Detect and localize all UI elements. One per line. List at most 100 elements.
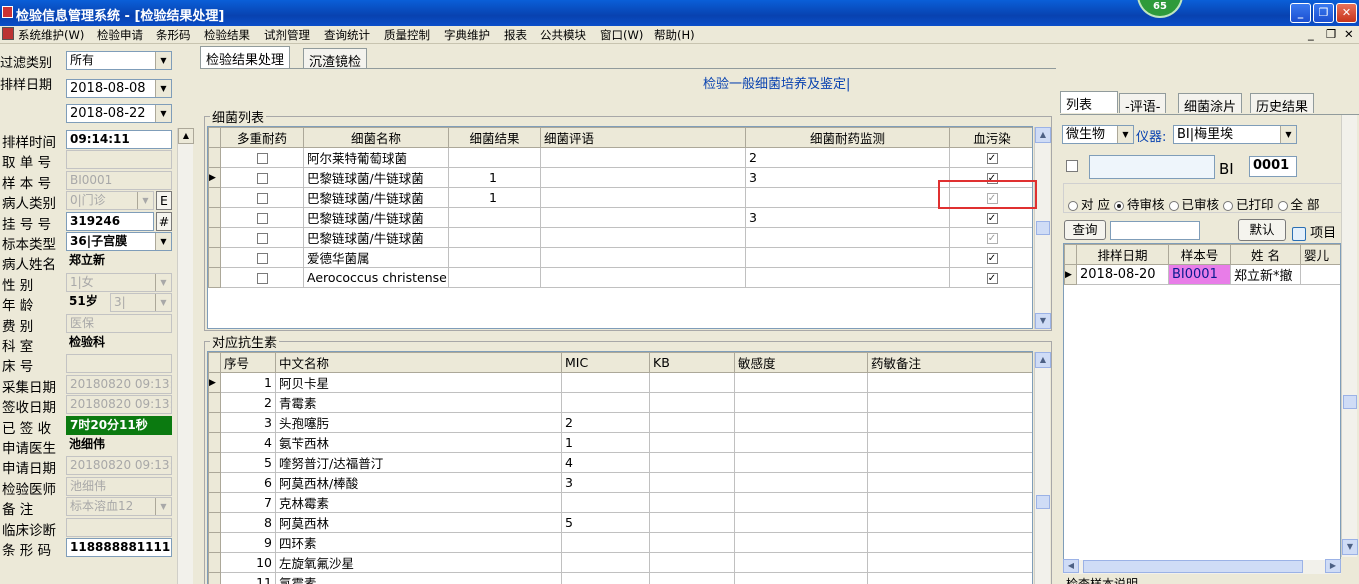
multi-resistance-checkbox[interactable]: [256, 213, 268, 224]
col-resistance-monitor[interactable]: 细菌耐药监测: [745, 127, 950, 148]
bacteria-comment-cell[interactable]: [540, 167, 746, 188]
antibiotic-row[interactable]: 2 青霉素: [208, 392, 1032, 413]
multi-resistance-cell[interactable]: [220, 187, 304, 208]
mic-cell[interactable]: [561, 572, 650, 584]
resistance-monitor-cell[interactable]: [745, 267, 950, 288]
antibiotic-name-cell[interactable]: 阿莫西林: [275, 512, 562, 533]
col-blood-contamination[interactable]: 血污染: [949, 127, 1032, 148]
sample-filter-input[interactable]: [1089, 155, 1215, 179]
mic-cell[interactable]: 4: [561, 452, 650, 473]
col-bacteria-name[interactable]: 细菌名称: [303, 127, 449, 148]
bacteria-result-cell[interactable]: [448, 247, 541, 268]
antibiotic-row[interactable]: 8 阿莫西林 5: [208, 512, 1032, 533]
sensitivity-cell[interactable]: [734, 552, 868, 573]
bacteria-row[interactable]: 巴黎链球菌/牛链球菌 1 ✓: [208, 187, 1032, 208]
query-input[interactable]: [1110, 221, 1200, 240]
antibiotic-name-cell[interactable]: 克林霉素: [275, 492, 562, 513]
radio-icon[interactable]: [1168, 200, 1179, 211]
col-sort-date[interactable]: 排样日期: [1076, 244, 1169, 265]
bacteria-result-cell[interactable]: [448, 147, 541, 168]
menu-dict[interactable]: 字典维护: [444, 27, 490, 43]
scroll-thumb[interactable]: [1343, 395, 1357, 409]
bacteria-name-cell[interactable]: 巴黎链球菌/牛链球菌: [303, 187, 449, 208]
blood-contamination-cell[interactable]: ✓: [949, 227, 1032, 248]
blood-contamination-cell[interactable]: ✓: [949, 207, 1032, 228]
status-radio[interactable]: 待审核: [1113, 197, 1165, 212]
bacteria-comment-cell[interactable]: [540, 247, 746, 268]
field-value[interactable]: 319246: [66, 211, 154, 231]
kb-cell[interactable]: [649, 492, 735, 513]
bacteria-name-cell[interactable]: 巴黎链球菌/牛链球菌: [303, 207, 449, 228]
kb-cell[interactable]: [649, 372, 735, 393]
bacteria-row[interactable]: Aerococcus christensenii ✓: [208, 267, 1032, 288]
blood-contamination-checkbox[interactable]: ✓: [986, 253, 998, 264]
scroll-right-icon[interactable]: ▶: [1325, 559, 1341, 573]
menu-qc[interactable]: 质量控制: [384, 27, 430, 43]
bacteria-name-cell[interactable]: 阿尔莱特葡萄球菌: [303, 147, 449, 168]
col-bacteria-comment[interactable]: 细菌评语: [540, 127, 746, 148]
kb-cell[interactable]: [649, 432, 735, 453]
bacteria-name-cell[interactable]: 爱德华菌属: [303, 247, 449, 268]
blood-contamination-cell[interactable]: ✓: [949, 267, 1032, 288]
menu-barcode[interactable]: 条形码: [156, 27, 191, 43]
col-infant[interactable]: 婴儿: [1300, 244, 1340, 265]
mic-cell[interactable]: 2: [561, 412, 650, 433]
tab-sediment[interactable]: 沉渣镜检: [303, 48, 368, 70]
multi-resistance-cell[interactable]: [220, 267, 304, 288]
multi-resistance-cell[interactable]: [220, 207, 304, 228]
menu-system[interactable]: 系统维护(W): [18, 27, 84, 43]
minimize-button[interactable]: _: [1290, 3, 1311, 23]
bacteria-row[interactable]: 巴黎链球菌/牛链球菌 3 ✓: [208, 207, 1032, 228]
bacteria-comment-cell[interactable]: [540, 147, 746, 168]
antibiotic-name-cell[interactable]: 氨苄西林: [275, 432, 562, 453]
tab-smear[interactable]: 细菌涂片: [1178, 93, 1243, 115]
bacteria-name-cell[interactable]: 巴黎链球菌/牛链球菌: [303, 167, 449, 188]
default-button[interactable]: 默认: [1238, 219, 1286, 241]
scroll-thumb[interactable]: [1036, 221, 1050, 235]
status-radio[interactable]: 已打印: [1223, 197, 1274, 212]
menu-results[interactable]: 检验结果: [204, 27, 250, 43]
kb-cell[interactable]: [649, 572, 735, 584]
field-extra-button[interactable]: E: [156, 191, 172, 211]
field-value[interactable]: 36|子宫膜 ▼: [66, 232, 172, 251]
sample-code-input[interactable]: 0001: [1249, 156, 1297, 177]
resistance-monitor-cell[interactable]: [745, 227, 950, 248]
bacteria-result-cell[interactable]: 1: [448, 187, 541, 208]
antibiotic-row[interactable]: 6 阿莫西林/棒酸 3: [208, 472, 1032, 493]
bacteria-comment-cell[interactable]: [540, 207, 746, 228]
multi-resistance-cell[interactable]: [220, 247, 304, 268]
kb-cell[interactable]: [649, 472, 735, 493]
drug-note-cell[interactable]: [867, 472, 1032, 493]
bacteria-comment-cell[interactable]: [540, 187, 746, 208]
sensitivity-cell[interactable]: [734, 392, 868, 413]
menu-report[interactable]: 报表: [504, 27, 527, 43]
scroll-up-icon[interactable]: ▲: [1035, 127, 1051, 143]
mic-cell[interactable]: [561, 392, 650, 413]
drug-note-cell[interactable]: [867, 512, 1032, 533]
col-multi-resistance[interactable]: 多重耐药: [220, 127, 304, 148]
filter-type-select[interactable]: 所有 ▼: [66, 51, 172, 70]
notification-badge[interactable]: 65: [1137, 0, 1183, 18]
field-extra-button[interactable]: #: [156, 211, 172, 231]
sensitivity-cell[interactable]: [734, 372, 868, 393]
col-name[interactable]: 姓 名: [1230, 244, 1301, 265]
tab-list[interactable]: 列表: [1060, 91, 1118, 113]
blood-contamination-checkbox[interactable]: ✓: [986, 273, 998, 284]
multi-resistance-cell[interactable]: [220, 167, 304, 188]
kb-cell[interactable]: [649, 512, 735, 533]
status-radio[interactable]: 已审核: [1168, 197, 1219, 212]
sensitivity-cell[interactable]: [734, 412, 868, 433]
form-scrollbar[interactable]: ▲: [177, 128, 194, 584]
age-unit-select[interactable]: 3| ▼: [110, 293, 172, 313]
antibiotic-row[interactable]: 9 四环素: [208, 532, 1032, 553]
radio-icon[interactable]: [1068, 200, 1078, 211]
mdi-doc-icon[interactable]: [2, 27, 14, 40]
sensitivity-cell[interactable]: [734, 492, 868, 513]
mic-cell[interactable]: [561, 532, 650, 553]
antibiotic-row[interactable]: 10 左旋氧氟沙星: [208, 552, 1032, 573]
resistance-monitor-cell[interactable]: [745, 247, 950, 268]
sensitivity-cell[interactable]: [734, 512, 868, 533]
sensitivity-cell[interactable]: [734, 572, 868, 584]
sensitivity-cell[interactable]: [734, 472, 868, 493]
resistance-monitor-cell[interactable]: 2: [745, 147, 950, 168]
